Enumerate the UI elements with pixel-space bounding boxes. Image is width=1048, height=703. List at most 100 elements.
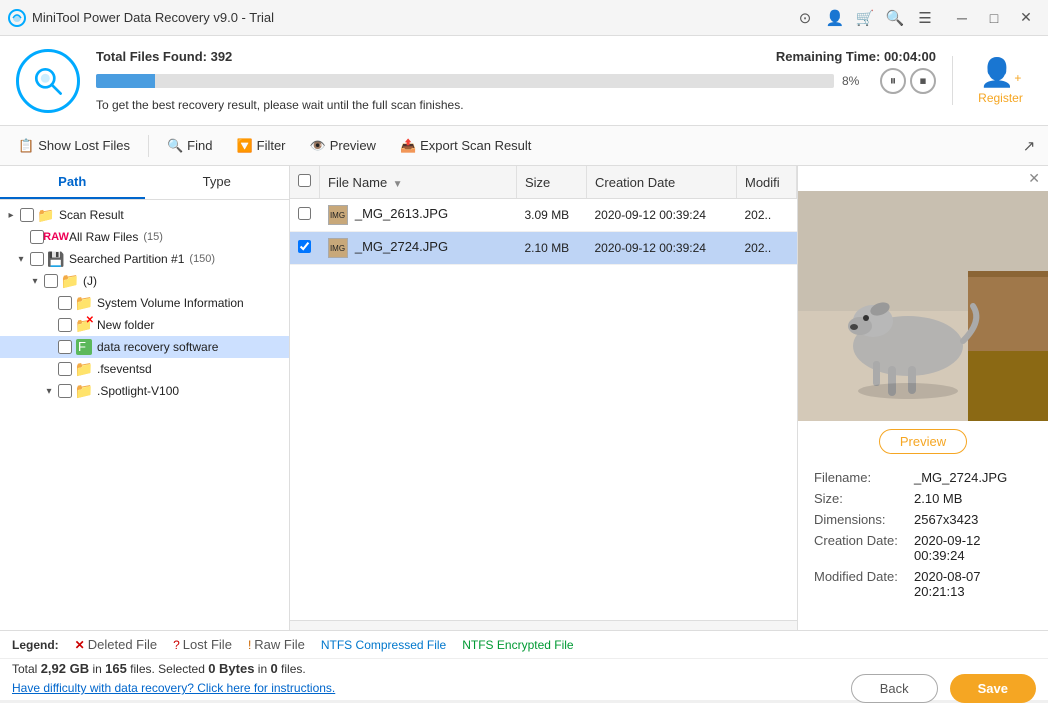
link-bar: Have difficulty with data recovery? Clic… bbox=[0, 676, 1048, 700]
preview-label: Preview bbox=[330, 138, 376, 153]
preview-modified-date-label: Modified Date: bbox=[814, 569, 914, 599]
tree-label-all-raw: All Raw Files bbox=[69, 230, 138, 244]
register-icon: 👤+ bbox=[980, 56, 1022, 89]
menu-icon[interactable]: ☰ bbox=[914, 7, 936, 29]
h-scrollbar[interactable] bbox=[290, 620, 797, 630]
tab-bar: Path Type bbox=[0, 166, 289, 200]
help-icon[interactable]: ⊙ bbox=[794, 7, 816, 29]
filter-button[interactable]: 🔽 Filter bbox=[226, 134, 295, 158]
tree-toggle-spotlight[interactable]: ▾ bbox=[42, 384, 56, 398]
tree-item-fseventsd[interactable]: ▸ 📁 .fseventsd bbox=[0, 358, 289, 380]
close-button[interactable]: ✕ bbox=[1012, 4, 1040, 32]
col-header-size[interactable]: Size bbox=[517, 166, 587, 199]
preview-button[interactable]: 👁️ Preview bbox=[300, 134, 386, 158]
tree-item-system-volume[interactable]: ▸ 📁 System Volume Information bbox=[0, 292, 289, 314]
lost-label: Lost File bbox=[183, 637, 232, 652]
tree-label-sysvolume: System Volume Information bbox=[97, 296, 244, 310]
col-date-label: Creation Date bbox=[595, 175, 675, 190]
table-row[interactable]: IMG _MG_2724.JPG 2.10 MB 2020-09-12 00:3… bbox=[290, 232, 797, 265]
table-row[interactable]: IMG _MG_2613.JPG 3.09 MB 2020-09-12 00:3… bbox=[290, 199, 797, 232]
preview-action-button[interactable]: Preview bbox=[879, 429, 967, 454]
check-mg2724[interactable] bbox=[298, 240, 311, 253]
tree-item-scan-result[interactable]: ▸ 📁 Scan Result bbox=[0, 204, 289, 226]
back-button[interactable]: Back bbox=[851, 674, 938, 703]
preview-close-button[interactable]: ✕ bbox=[798, 166, 1048, 191]
tree-check-data-recovery[interactable] bbox=[58, 340, 72, 354]
preview-modified-date-value: 2020-08-07 20:21:13 bbox=[914, 569, 1032, 599]
tree-item-data-recovery[interactable]: ▸ F data recovery software bbox=[0, 336, 289, 358]
minimize-button[interactable]: ─ bbox=[948, 4, 976, 32]
row-check-mg2613[interactable] bbox=[290, 199, 320, 232]
preview-details: Filename: _MG_2724.JPG Size: 2.10 MB Dim… bbox=[798, 462, 1048, 613]
scan-info: Total Files Found: 392 Remaining Time: 0… bbox=[96, 49, 936, 112]
tree-check-fseventsd[interactable] bbox=[58, 362, 72, 376]
tree-label-fseventsd: .fseventsd bbox=[97, 362, 152, 376]
select-all-check[interactable] bbox=[298, 174, 311, 187]
register-area[interactable]: 👤+ Register bbox=[952, 56, 1032, 105]
preview-creation-date-label: Creation Date: bbox=[814, 533, 914, 563]
totals-text: Total 2,92 GB in 165 files. Selected 0 B… bbox=[12, 661, 306, 676]
col-header-filename[interactable]: File Name ▼ bbox=[320, 166, 517, 199]
tree-toggle-partition[interactable]: ▾ bbox=[14, 252, 28, 266]
tree-label-new-folder: New folder bbox=[97, 318, 154, 332]
check-mg2613[interactable] bbox=[298, 207, 311, 220]
tree-check-sysvolume[interactable] bbox=[58, 296, 72, 310]
tree-item-new-folder[interactable]: ▸ 📁✕ New folder bbox=[0, 314, 289, 336]
tree-check-partition[interactable] bbox=[30, 252, 44, 266]
scan-stats-row: Total Files Found: 392 Remaining Time: 0… bbox=[96, 49, 936, 64]
col-header-modif[interactable]: Modifi bbox=[737, 166, 797, 199]
save-button[interactable]: Save bbox=[950, 674, 1036, 703]
tree-check-all-raw[interactable] bbox=[30, 230, 44, 244]
maximize-button[interactable]: □ bbox=[980, 4, 1008, 32]
scan-result-folder-icon: 📁 bbox=[38, 207, 54, 223]
tree-toggle-scan-result[interactable]: ▸ bbox=[4, 208, 18, 222]
sort-arrow-filename: ▼ bbox=[393, 179, 403, 190]
stop-button[interactable]: ⏹ bbox=[910, 68, 936, 94]
pause-button[interactable]: ⏸ bbox=[880, 68, 906, 94]
tree-check-j[interactable] bbox=[44, 274, 58, 288]
tree-item-all-raw[interactable]: ▸ RAW All Raw Files (15) bbox=[0, 226, 289, 248]
tab-type[interactable]: Type bbox=[145, 166, 290, 199]
cart-icon[interactable]: 🛒 bbox=[854, 7, 876, 29]
date-mg2613: 2020-09-12 00:39:24 bbox=[587, 199, 737, 232]
main-area: Path Type ▸ 📁 Scan Result ▸ RAW All Raw … bbox=[0, 166, 1048, 630]
new-folder-icon: 📁✕ bbox=[76, 317, 92, 333]
tree-count-partition: (150) bbox=[189, 253, 215, 265]
legend-ntfs-encrypted: NTFS Encrypted File bbox=[462, 638, 573, 652]
total-files-text: Total Files Found: bbox=[96, 49, 211, 64]
app-title: MiniTool Power Data Recovery v9.0 - Tria… bbox=[32, 10, 794, 25]
modif-mg2724: 202.. bbox=[737, 232, 797, 265]
tree-check-scan-result[interactable] bbox=[20, 208, 34, 222]
tree-item-j-drive[interactable]: ▾ 📁 (J) bbox=[0, 270, 289, 292]
tree-check-spotlight[interactable] bbox=[58, 384, 72, 398]
show-lost-files-button[interactable]: 📋 Show Lost Files bbox=[8, 134, 140, 158]
search-small-icon[interactable]: 🔍 bbox=[884, 7, 906, 29]
preview-btn-row: Preview bbox=[798, 421, 1048, 462]
filename-mg2613[interactable]: IMG _MG_2613.JPG bbox=[320, 199, 517, 232]
filename-mg2724[interactable]: IMG _MG_2724.JPG bbox=[320, 232, 517, 265]
tree-label-scan-result: Scan Result bbox=[59, 208, 124, 222]
tab-path[interactable]: Path bbox=[0, 166, 145, 199]
row-check-mg2724[interactable] bbox=[290, 232, 320, 265]
total-files-count: 392 bbox=[211, 49, 233, 64]
tree-check-new-folder[interactable] bbox=[58, 318, 72, 332]
export-scan-result-button[interactable]: 📤 Export Scan Result bbox=[390, 134, 541, 158]
col-header-date[interactable]: Creation Date bbox=[587, 166, 737, 199]
share-icon[interactable]: ↗ bbox=[1018, 135, 1040, 157]
status-bar: Legend: ✕ Deleted File ? Lost File ! Raw… bbox=[0, 630, 1048, 658]
tree-item-searched-partition[interactable]: ▾ 💾 Searched Partition #1 (150) bbox=[0, 248, 289, 270]
file-list-scroll[interactable]: File Name ▼ Size Creation Date Modifi bbox=[290, 166, 797, 620]
find-button[interactable]: 🔍 Find bbox=[157, 134, 222, 158]
help-link[interactable]: Have difficulty with data recovery? Clic… bbox=[12, 681, 335, 695]
user-icon[interactable]: 👤 bbox=[824, 7, 846, 29]
raw-icon: ! bbox=[248, 638, 251, 652]
preview-creation-date-value: 2020-09-12 00:39:24 bbox=[914, 533, 1032, 563]
tree-item-spotlight[interactable]: ▾ 📁 .Spotlight-V100 bbox=[0, 380, 289, 402]
ntfs-encrypted-label: NTFS Encrypted File bbox=[462, 638, 573, 652]
j-drive-icon: 📁 bbox=[62, 273, 78, 289]
fseventsd-icon: 📁 bbox=[76, 361, 92, 377]
top-panel: Total Files Found: 392 Remaining Time: 0… bbox=[0, 36, 1048, 126]
remaining-time-label: Remaining Time: 00:04:00 bbox=[776, 49, 936, 64]
progress-bar bbox=[96, 74, 834, 88]
tree-toggle-j[interactable]: ▾ bbox=[28, 274, 42, 288]
